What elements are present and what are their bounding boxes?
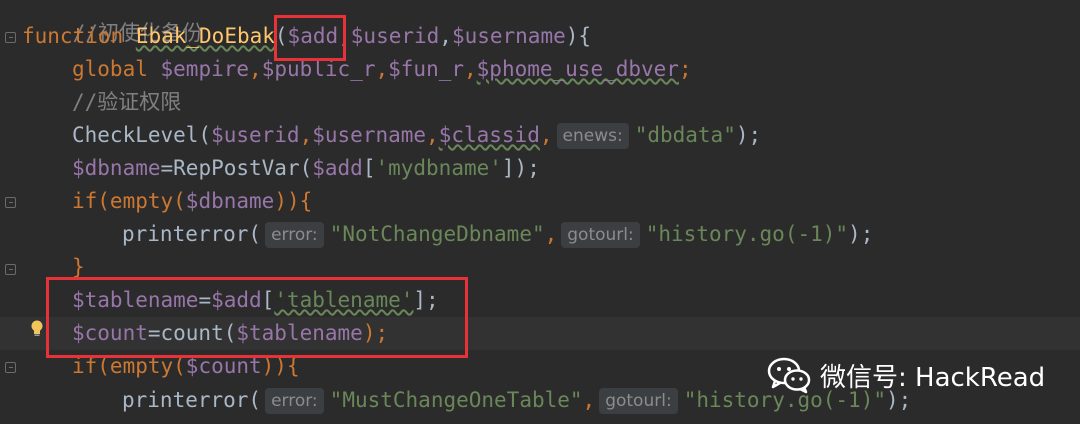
comma: ,	[426, 123, 439, 147]
watermark-text: 微信号: HackRead	[820, 362, 1046, 393]
highlight-box-code	[46, 277, 468, 358]
keyword-function: function	[22, 24, 124, 48]
code-line-comment: //初使化备份	[0, 0, 1080, 45]
function-call: printerror(	[122, 388, 262, 412]
semicolon: ;	[678, 57, 692, 81]
code-line-comment: //验证权限	[0, 86, 1080, 119]
comma: ,	[439, 24, 452, 48]
string-literal: "NotChangeDbname"	[329, 222, 545, 246]
paren: ]);	[501, 156, 540, 180]
keyword-if: if(empty(	[72, 189, 186, 213]
parameter-hint: enews:	[556, 123, 629, 149]
var-empire: $empire	[160, 57, 250, 81]
var-fun-r: $fun_r	[388, 57, 464, 81]
function-call: printerror(	[122, 222, 262, 246]
comma: ,	[299, 123, 313, 147]
wechat-icon	[767, 357, 811, 394]
comma: ,	[539, 123, 553, 147]
string-literal: "dbdata"	[634, 123, 736, 147]
var-userid: $userid	[211, 123, 300, 147]
paren: );	[848, 222, 874, 246]
code-line-global: global $empire,$public_r,$fun_r,$phome_u…	[0, 53, 1080, 86]
paren: ){	[565, 24, 592, 48]
keyword-global: global	[72, 57, 148, 81]
brace: }	[72, 255, 85, 279]
parameter-hint: error:	[265, 222, 324, 248]
lightbulb-icon[interactable]	[30, 320, 44, 337]
string-literal: "history.go(-1)"	[645, 222, 849, 246]
comma: ,	[249, 57, 262, 81]
string-literal: "MustChangeOneTable"	[329, 388, 583, 412]
var-dbname: $dbname	[72, 156, 161, 180]
highlight-box-param	[274, 15, 346, 61]
var-username: $username	[312, 123, 427, 147]
parameter-hint: gotourl:	[561, 222, 640, 248]
parameter-hint: error:	[265, 388, 324, 414]
var-add: $add	[312, 156, 363, 180]
var-classid: $classid	[438, 123, 540, 147]
code-line-dbname: $dbname=RepPostVar($add['mydbname']);	[0, 152, 1080, 185]
comment-text: //验证权限	[72, 90, 182, 114]
var-phome-use-dbver: $phome_use_dbver	[476, 57, 679, 81]
param-userid: $userid	[350, 24, 440, 48]
code-line-checklevel: CheckLevel($userid,$username,$classid, en…	[0, 119, 1080, 152]
comma: ,	[464, 57, 477, 81]
code-line-if-dbname: if(empty($dbname)){	[0, 185, 1080, 218]
parameter-hint: gotourl:	[599, 388, 678, 414]
string-literal: 'mydbname'	[375, 156, 502, 180]
function-name: Ebak_DoEbak	[135, 24, 275, 48]
code-line-function-def: function Ebak_DoEbak($add,$userid,$usern…	[0, 20, 1080, 53]
comma: ,	[544, 222, 558, 246]
bracket: [	[362, 156, 376, 180]
comma: ,	[375, 57, 389, 81]
code-line-printerror: printerror(error: "NotChangeDbname", gotou…	[0, 218, 1080, 251]
paren: )){	[274, 189, 313, 213]
paren: );	[735, 123, 762, 147]
function-call: =RepPostVar(	[160, 156, 313, 180]
var-dbname: $dbname	[185, 189, 275, 213]
function-call: CheckLevel(	[72, 123, 212, 147]
watermark: 微信号: HackRead	[766, 352, 1045, 398]
comma: ,	[582, 388, 596, 412]
param-username: $username	[451, 24, 566, 48]
